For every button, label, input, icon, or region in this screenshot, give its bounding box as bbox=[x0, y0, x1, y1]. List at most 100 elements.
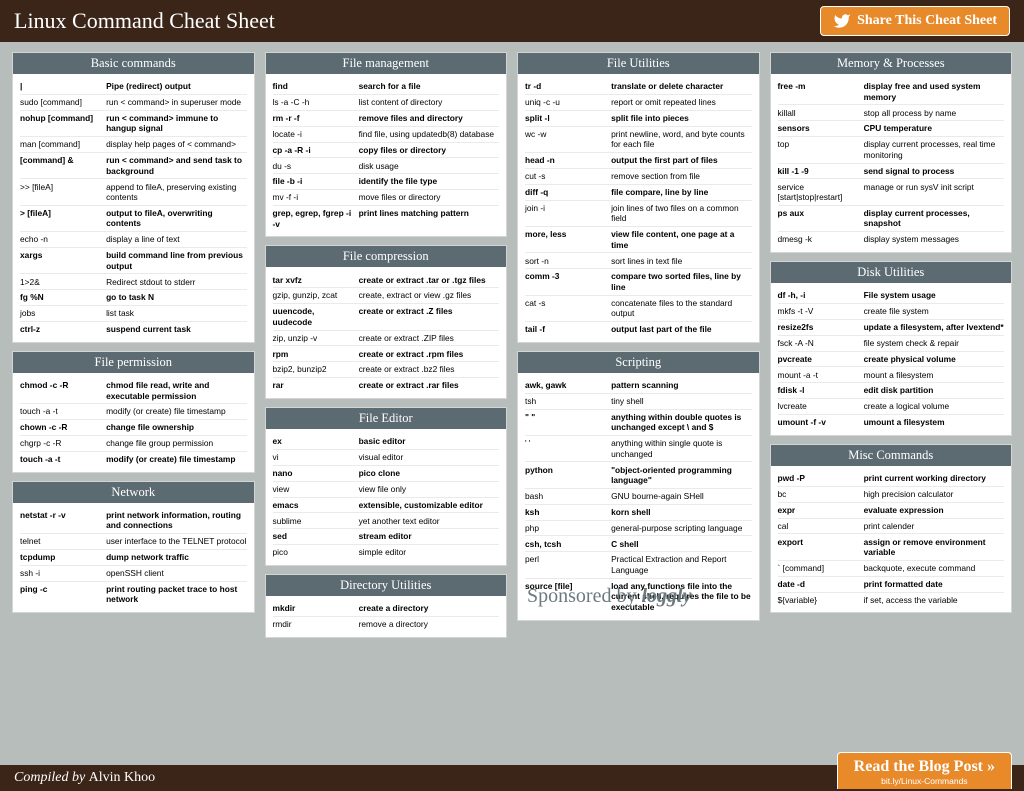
command-name: 1>2& bbox=[20, 277, 106, 288]
command-name: view bbox=[273, 484, 359, 495]
command-description: disk usage bbox=[359, 161, 499, 172]
command-name: wc -w bbox=[525, 129, 611, 150]
command-row: service [start|stop|restart]manage or ru… bbox=[778, 179, 1005, 205]
panel-body: tar xvfzcreate or extract .tar or .tgz f… bbox=[266, 267, 507, 398]
command-row: grep, egrep, fgrep -i -vprint lines matc… bbox=[273, 206, 500, 231]
panel-header: File compression bbox=[266, 246, 507, 267]
command-row: bzip2, bunzip2create or extract .bz2 fil… bbox=[273, 362, 500, 378]
column-1: Basic commands|Pipe (redirect) outputsud… bbox=[12, 52, 255, 638]
command-row: umount -f -vumount a filesystem bbox=[778, 415, 1005, 430]
compiled-by: Compiled by Alvin Khoo bbox=[14, 770, 155, 786]
command-description: display system messages bbox=[864, 234, 1004, 245]
command-row: exportassign or remove environment varia… bbox=[778, 534, 1005, 560]
command-description: view file content, one page at a time bbox=[611, 229, 751, 250]
panel-file-utilities: File Utilitiestr -dtranslate or delete c… bbox=[517, 52, 760, 343]
command-description: send signal to process bbox=[864, 166, 1004, 177]
command-description: create or extract .tar or .tgz files bbox=[359, 275, 499, 286]
command-row: mkfs -t -Vcreate file system bbox=[778, 304, 1005, 320]
command-description: GNU bourne-again SHell bbox=[611, 491, 751, 502]
command-description: print routing packet trace to host netwo… bbox=[106, 584, 246, 605]
read-blog-button[interactable]: Read the Blog Post » bit.ly/Linux-Comman… bbox=[837, 752, 1012, 789]
command-row: exbasic editor bbox=[273, 434, 500, 450]
command-name: cp -a -R -i bbox=[273, 145, 359, 156]
command-name: fsck -A -N bbox=[778, 338, 864, 349]
command-name: echo -n bbox=[20, 234, 106, 245]
command-name: nano bbox=[273, 468, 359, 479]
command-name: bzip2, bunzip2 bbox=[273, 364, 359, 375]
command-row: du -sdisk usage bbox=[273, 158, 500, 174]
command-name: file -b -i bbox=[273, 176, 359, 187]
column-2: File managementfindsearch for a filels -… bbox=[265, 52, 508, 638]
command-row: tar xvfzcreate or extract .tar or .tgz f… bbox=[273, 272, 500, 288]
command-name: telnet bbox=[20, 536, 106, 547]
command-description: create a directory bbox=[359, 603, 499, 614]
panel-body: tr -dtranslate or delete characteruniq -… bbox=[518, 74, 759, 342]
read-blog-url: bit.ly/Linux-Commands bbox=[854, 776, 995, 786]
command-description: korn shell bbox=[611, 507, 751, 518]
panel-file-editor: File Editorexbasic editorvivisual editor… bbox=[265, 407, 508, 566]
command-row: >> [fileA]append to fileA, preserving ex… bbox=[20, 179, 247, 205]
panel-header: File management bbox=[266, 53, 507, 74]
command-row: " "anything within double quotes is unch… bbox=[525, 410, 752, 436]
command-row: touch -a -tmodify (or create) file times… bbox=[20, 404, 247, 420]
command-description: assign or remove environment variable bbox=[864, 537, 1004, 558]
panel-body: pwd -Pprint current working directorybch… bbox=[771, 466, 1012, 613]
command-name: sublime bbox=[273, 516, 359, 527]
command-row: echo -ndisplay a line of text bbox=[20, 232, 247, 248]
command-row: fdisk -ledit disk partition bbox=[778, 383, 1005, 399]
command-row: ` [command]backquote, execute command bbox=[778, 561, 1005, 577]
panel-file-management: File managementfindsearch for a filels -… bbox=[265, 52, 508, 237]
command-name: >> [fileA] bbox=[20, 182, 106, 203]
command-name: chown -c -R bbox=[20, 422, 106, 433]
command-description: build command line from previous output bbox=[106, 250, 246, 271]
command-row: pwd -Pprint current working directory bbox=[778, 471, 1005, 487]
command-description: report or omit repeated lines bbox=[611, 97, 751, 108]
command-description: modify (or create) file timestamp bbox=[106, 406, 246, 417]
command-name: expr bbox=[778, 505, 864, 516]
command-name: jobs bbox=[20, 308, 106, 319]
panel-body: free -mdisplay free and used system memo… bbox=[771, 74, 1012, 252]
command-description: view file only bbox=[359, 484, 499, 495]
command-description: print formatted date bbox=[864, 579, 1004, 590]
command-row: touch -a -tmodify (or create) file times… bbox=[20, 452, 247, 467]
command-name: ls -a -C -h bbox=[273, 97, 359, 108]
command-description: manage or run sysV init script bbox=[864, 182, 1004, 203]
command-description: identify the file type bbox=[359, 176, 499, 187]
command-description: display help pages of < command> bbox=[106, 139, 246, 150]
command-row: cp -a -R -icopy files or directory bbox=[273, 143, 500, 159]
panel-body: exbasic editorvivisual editornanopico cl… bbox=[266, 429, 507, 565]
command-row: rarcreate or extract .rar files bbox=[273, 378, 500, 393]
command-row: nanopico clone bbox=[273, 466, 500, 482]
command-description: output the first part of files bbox=[611, 155, 751, 166]
column-4: Memory & Processesfree -mdisplay free an… bbox=[770, 52, 1013, 638]
command-row: calprint calender bbox=[778, 519, 1005, 535]
command-description: openSSH client bbox=[106, 568, 246, 579]
command-description: File system usage bbox=[864, 290, 1004, 301]
command-name: uuencode, uudecode bbox=[273, 306, 359, 327]
command-row: uuencode, uudecodecreate or extract .Z f… bbox=[273, 304, 500, 330]
command-name: tr -d bbox=[525, 81, 611, 92]
command-description: print network information, routing and c… bbox=[106, 510, 246, 531]
command-name: zip, unzip -v bbox=[273, 333, 359, 344]
panel-file-permission: File permissionchmod -c -Rchmod file rea… bbox=[12, 351, 255, 473]
panel-body: mkdircreate a directoryrmdirremove a dir… bbox=[266, 596, 507, 637]
command-name: tcpdump bbox=[20, 552, 106, 563]
command-name: nohup [command] bbox=[20, 113, 106, 134]
command-description: run < command> immune to hangup signal bbox=[106, 113, 246, 134]
column-3: File Utilitiestr -dtranslate or delete c… bbox=[517, 52, 760, 638]
command-row: free -mdisplay free and used system memo… bbox=[778, 79, 1005, 105]
command-row: sublimeyet another text editor bbox=[273, 513, 500, 529]
command-row: rmdirremove a directory bbox=[273, 617, 500, 632]
command-name: pico bbox=[273, 547, 359, 558]
command-description: move files or directory bbox=[359, 192, 499, 203]
command-description: copy files or directory bbox=[359, 145, 499, 156]
command-description: user interface to the TELNET protocol bbox=[106, 536, 246, 547]
command-name: date -d bbox=[778, 579, 864, 590]
command-row: kshkorn shell bbox=[525, 505, 752, 521]
command-description: create or extract .Z files bbox=[359, 306, 499, 327]
command-name: mount -a -t bbox=[778, 370, 864, 381]
command-description: output last part of the file bbox=[611, 324, 751, 335]
share-button[interactable]: Share This Cheat Sheet bbox=[820, 6, 1010, 36]
command-description: Pipe (redirect) output bbox=[106, 81, 246, 92]
command-name: export bbox=[778, 537, 864, 558]
